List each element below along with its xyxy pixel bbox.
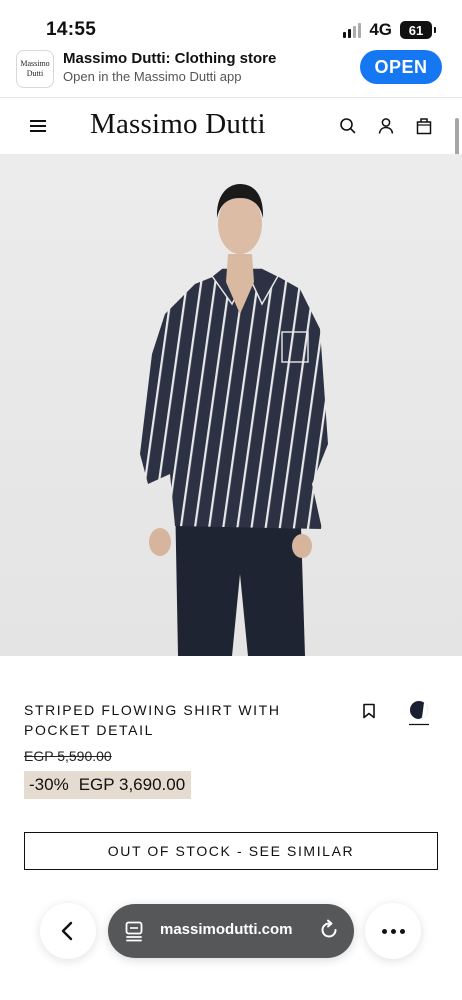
color-swatch-icon[interactable] [408, 700, 430, 726]
status-time: 14:55 [46, 19, 97, 40]
app-logo-line1: Massimo [20, 59, 50, 68]
app-banner: Massimo Dutti Massimo Dutti: Clothing st… [0, 44, 462, 98]
menu-icon[interactable] [30, 120, 46, 132]
product-name: STRIPED FLOWING SHIRT WITH POCKET DETAIL [24, 702, 281, 738]
user-icon[interactable] [376, 116, 396, 136]
sale-price: EGP 3,690.00 [78, 775, 186, 794]
battery-level: 61 [408, 22, 424, 38]
app-logo: Massimo Dutti [16, 50, 54, 88]
network-type: 4G [369, 20, 392, 39]
url-text: massimodutti.com [160, 921, 293, 938]
more-dot-icon [399, 928, 405, 934]
chevron-left-icon [61, 921, 73, 941]
original-price: EGP 5,590.00 [24, 748, 112, 764]
app-banner-subtitle: Open in the Massimo Dutti app [63, 69, 242, 84]
app-banner-title: Massimo Dutti: Clothing store [63, 50, 277, 67]
battery-icon: 61 [400, 21, 436, 39]
signal-icon [343, 22, 362, 38]
brand-logo[interactable]: Massimo Dutti [90, 108, 266, 141]
bookmark-icon[interactable] [362, 703, 376, 719]
browser-more-button[interactable] [365, 903, 421, 959]
model-photo [0, 154, 462, 656]
more-dot-icon [390, 928, 396, 934]
browser-back-button[interactable] [40, 903, 96, 959]
open-app-button[interactable]: OPEN [360, 50, 442, 84]
out-of-stock-see-similar-button[interactable]: OUT OF STOCK - SEE SIMILAR [24, 832, 438, 870]
status-bar: 14:55 4G 61 [0, 0, 462, 44]
discount-percent: -30% [29, 775, 69, 794]
reload-icon[interactable] [318, 919, 340, 941]
search-icon[interactable] [338, 116, 358, 136]
bag-icon[interactable] [414, 116, 434, 136]
app-logo-line2: Dutti [26, 69, 44, 78]
browser-url-bar[interactable]: massimodutti.com [108, 904, 354, 958]
more-dot-icon [381, 928, 387, 934]
site-header: Massimo Dutti [0, 98, 462, 154]
sale-price-badge: -30% EGP 3,690.00 [24, 771, 192, 799]
product-image[interactable] [0, 154, 462, 656]
page-menu-icon[interactable] [124, 920, 146, 942]
status-indicators: 4G 61 [343, 20, 436, 40]
